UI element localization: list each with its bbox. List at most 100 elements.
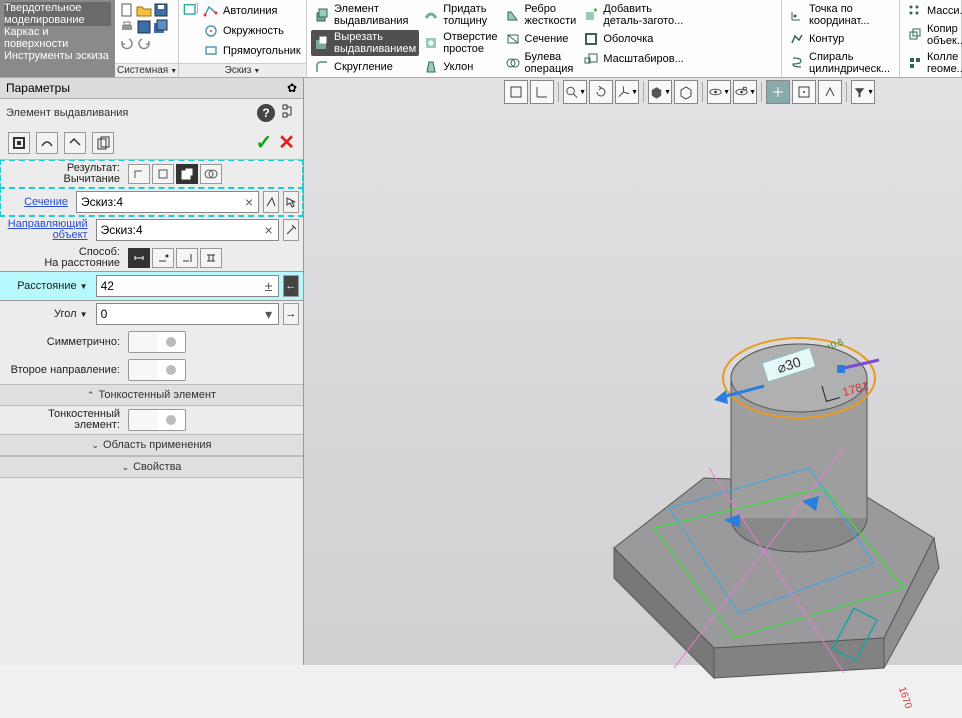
direction-edit-icon[interactable] (283, 219, 299, 241)
vp-filter-icon[interactable]: ▼ (851, 80, 875, 104)
folder-icon[interactable] (136, 2, 152, 18)
addpart-button[interactable]: Добавитьдеталь-загото... (580, 2, 686, 28)
boolean-button[interactable]: Булеваоперация (502, 50, 580, 76)
thin-toggle[interactable] (128, 409, 186, 431)
plusminus-icon[interactable]: ± (260, 278, 278, 294)
mode-surface[interactable]: Каркас и поверхности (4, 26, 111, 50)
vp-vis2-icon[interactable]: ▼ (733, 80, 757, 104)
vp-rotate-icon[interactable] (589, 80, 613, 104)
draft-button[interactable]: Уклон (420, 58, 500, 76)
hole-button[interactable]: Отверстиепростое (420, 30, 500, 56)
mode-distance[interactable] (128, 248, 150, 268)
vp-axis-icon[interactable]: ▼ (615, 80, 639, 104)
vp-snap2-icon[interactable] (792, 80, 816, 104)
ribbon-group-sketch: Автолиния Окружность Прямоугольник Эскиз… (179, 0, 307, 77)
guide-input[interactable] (97, 223, 260, 237)
cancel-button[interactable]: ✕ (278, 130, 295, 155)
direction-arrow-button[interactable]: ← (283, 275, 299, 297)
vp-shade-icon[interactable]: ▼ (648, 80, 672, 104)
vp-zoom-icon[interactable]: ▼ (563, 80, 587, 104)
tab1-icon[interactable] (8, 132, 30, 154)
section-row: Сечение × (0, 188, 303, 216)
mode-solid[interactable]: Твердотельное моделирование (4, 2, 111, 26)
mode-sketch-tools[interactable]: Инструменты эскиза (4, 50, 111, 62)
dim-tolerance: +0.5 (825, 337, 845, 352)
circle-button[interactable]: Окружность (200, 22, 304, 40)
undo-icon[interactable] (119, 36, 135, 52)
save-icon[interactable] (153, 2, 169, 18)
thin-row: Тонкостенныйэлемент: (0, 406, 303, 434)
pick-icon[interactable] (263, 191, 279, 213)
mode-to-vertex[interactable] (152, 248, 174, 268)
scale-button[interactable]: Масштабиров... (580, 50, 686, 68)
result-opt-intersect[interactable] (200, 164, 222, 184)
ribbon-group-frame: Точка покоординат... Контур Спиральцилин… (782, 0, 900, 77)
props-section-header[interactable]: ⌄Свойства (0, 456, 303, 478)
dir2-row: Второе направление: (0, 356, 303, 384)
ribbon: Твердотельное моделирование Каркас и пов… (0, 0, 962, 78)
distance-input[interactable] (97, 279, 260, 293)
collection-button[interactable]: Коллегеоме... (904, 50, 962, 76)
extrude-button[interactable]: Элементвыдавливания (311, 2, 419, 28)
symmetric-row: Симметрично: (0, 328, 303, 356)
array-button[interactable]: Масси... (904, 2, 962, 20)
help-icon[interactable]: ? (257, 104, 275, 122)
clear-icon[interactable]: × (240, 194, 258, 210)
rect-button[interactable]: Прямоугольник (200, 42, 304, 60)
vp-snap3-icon[interactable] (818, 80, 842, 104)
distance-row: Расстояние ▼ ± ← (0, 272, 303, 300)
angle-row: Угол ▼ ▾ → (0, 300, 303, 328)
section-input[interactable] (77, 195, 240, 209)
copy-button[interactable]: Копиробъек... (904, 22, 962, 48)
dropdown-icon[interactable]: ▾ (260, 306, 278, 323)
viewport[interactable]: ▼ ▼ ▼ ▼ ▼ ▼ (304, 78, 962, 665)
vp-wire-icon[interactable] (674, 80, 698, 104)
result-opt-newbody[interactable] (152, 164, 174, 184)
gear-icon[interactable]: ✿ (287, 81, 297, 95)
vp-section-icon[interactable] (504, 80, 528, 104)
thicken-button[interactable]: Придатьтолщину (420, 2, 500, 28)
tab3-icon[interactable] (64, 132, 86, 154)
fillet-button[interactable]: Скругление (311, 58, 419, 76)
scope-section-header[interactable]: ⌄Область применения (0, 434, 303, 456)
new-icon[interactable] (119, 2, 135, 18)
apply-button[interactable]: ✓ (255, 130, 272, 155)
tab4-icon[interactable] (92, 132, 114, 154)
pointcoord-button[interactable]: Точка покоординат... (786, 2, 893, 28)
result-opt-union[interactable] (128, 164, 150, 184)
mode-to-surface[interactable] (176, 248, 198, 268)
redo-icon[interactable] (136, 36, 152, 52)
vp-orient-icon[interactable] (530, 80, 554, 104)
ribbon-mode-column: Твердотельное моделирование Каркас и пов… (0, 0, 115, 77)
mode-through-all[interactable] (200, 248, 222, 268)
select-icon[interactable] (283, 191, 299, 213)
result-options (128, 164, 222, 184)
autoline-button[interactable]: Автолиния (200, 2, 304, 20)
rib-button[interactable]: Реброжесткости (502, 2, 580, 28)
dir2-toggle[interactable] (128, 359, 186, 381)
vp-vis1-icon[interactable]: ▼ (707, 80, 731, 104)
print-icon[interactable] (119, 19, 135, 35)
panel-tabs: ✓ ✕ (0, 126, 303, 160)
cut-extrude-button[interactable]: Вырезатьвыдавливанием (311, 30, 419, 56)
angle-dir-button[interactable]: → (283, 303, 299, 325)
side-readout: 1670 (896, 686, 913, 711)
section-button[interactable]: Сечение (502, 30, 580, 48)
save2-icon[interactable] (136, 19, 152, 35)
ribbon-group-array: Масси... Копиробъек... Коллегеоме... Мас… (900, 0, 962, 77)
clear-icon[interactable]: × (260, 222, 278, 238)
contour-button[interactable]: Контур (786, 30, 893, 48)
angle-input[interactable] (97, 307, 260, 321)
spiral-button[interactable]: Спиральцилиндрическ... (786, 50, 893, 76)
panel-title: Параметры ✿ (0, 78, 303, 99)
tab2-icon[interactable] (36, 132, 58, 154)
saveall-icon[interactable] (153, 19, 169, 35)
tree-toggle-icon[interactable] (281, 103, 297, 122)
shell-button[interactable]: Оболочка (580, 30, 686, 48)
vp-snap1-icon[interactable] (766, 80, 790, 104)
symmetric-toggle[interactable] (128, 331, 186, 353)
thin-section-header[interactable]: ⌃Тонкостенный элемент (0, 384, 303, 406)
result-opt-subtract[interactable] (176, 164, 198, 184)
sketch-mode-icon[interactable] (183, 2, 199, 18)
mode-row: Способ:На расстояние (0, 244, 303, 272)
